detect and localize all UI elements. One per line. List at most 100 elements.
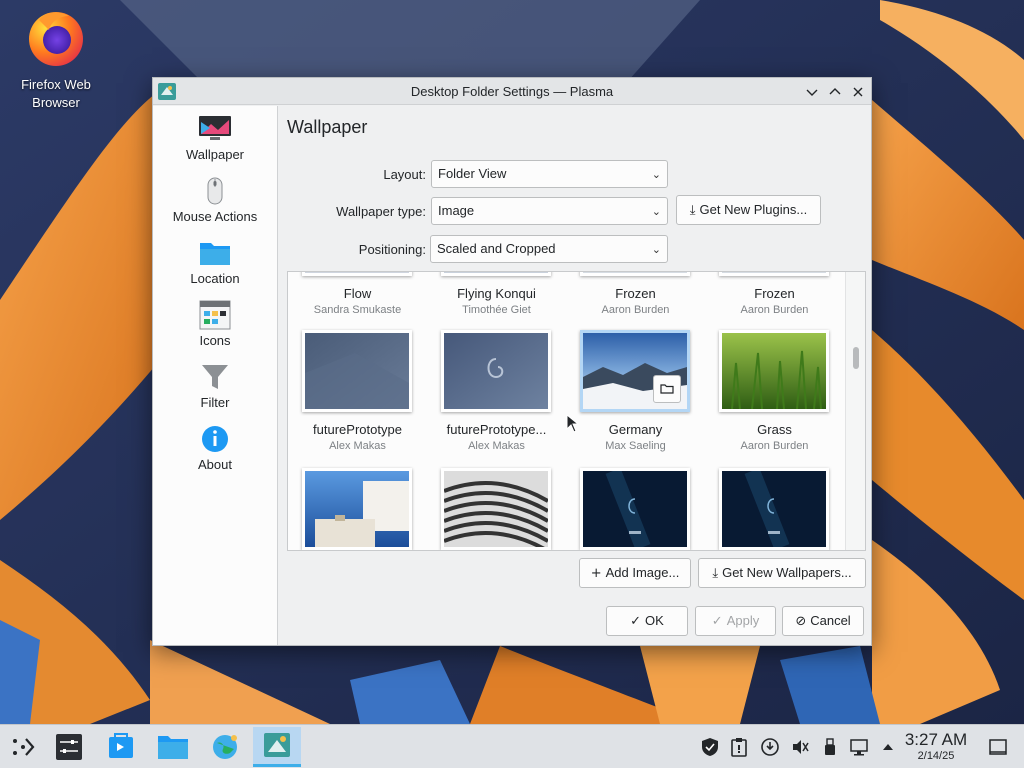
wallpaper-author: Aaron Burden — [740, 304, 809, 316]
tray-expand-icon[interactable] — [878, 737, 898, 757]
wallpaper-name: Flow — [343, 286, 372, 301]
plus-icon: + — [590, 566, 602, 581]
open-folder-button[interactable] — [653, 375, 681, 403]
folder-icon — [660, 384, 674, 394]
scrollbar-thumb[interactable] — [853, 347, 859, 369]
wallpaper-page: Wallpaper Layout: Folder View ⌄ Wallpape… — [279, 106, 871, 645]
clock-date[interactable]: 2/14/25 — [900, 750, 972, 762]
minimize-button[interactable] — [802, 82, 822, 102]
wallpaper-type-label: Wallpaper type: — [336, 204, 426, 219]
icons-icon — [198, 300, 232, 330]
chevron-down-icon — [806, 89, 818, 96]
cancel-icon: ⊘ — [795, 614, 807, 629]
sidebar-item-mouse-actions[interactable]: Mouse Actions — [153, 172, 277, 232]
wallpaper-author: Alex Makas — [468, 440, 525, 452]
get-new-plugins-button[interactable]: ⤓ Get New Plugins... — [676, 195, 821, 225]
wallpaper-grid[interactable]: Flow Sandra Smukaste Flying Konqui Timot… — [287, 271, 866, 551]
wallpaper-name: futurePrototype... — [446, 422, 547, 437]
add-image-label: Add Image... — [605, 565, 680, 580]
settings-sliders-icon — [56, 734, 82, 760]
application-launcher-button[interactable] — [2, 727, 44, 767]
chevron-down-icon: ⌄ — [651, 206, 661, 218]
wallpaper-thumbnail — [441, 468, 551, 550]
sidebar-label: Filter — [200, 395, 230, 410]
sidebar-item-filter[interactable]: Filter — [153, 358, 277, 418]
sidebar-item-about[interactable]: About — [153, 420, 277, 480]
layout-combobox[interactable]: Folder View ⌄ — [431, 160, 668, 188]
sidebar-item-location[interactable]: Location — [153, 234, 277, 294]
wallpaper-type-combobox[interactable]: Image ⌄ — [431, 197, 668, 225]
desktop-folder-settings-dialog: Desktop Folder Settings — Plasma Wallpap… — [152, 77, 872, 646]
wallpaper-name: Frozen — [615, 286, 656, 301]
taskbar: 3:27 AM 2/14/25 — [0, 724, 1024, 768]
get-new-wallpapers-label: Get New Wallpapers... — [722, 565, 852, 580]
title-bar[interactable]: Desktop Folder Settings — Plasma — [153, 78, 871, 105]
clock-time[interactable]: 3:27 AM — [900, 730, 972, 750]
add-image-button[interactable]: + Add Image... — [579, 558, 691, 588]
ok-button[interactable]: ✓ OK — [606, 606, 688, 636]
updates-icon[interactable] — [760, 737, 780, 757]
get-new-plugins-label: Get New Plugins... — [699, 202, 808, 217]
wallpaper-name: Germany — [608, 422, 663, 437]
sidebar-item-icons[interactable]: Icons — [153, 296, 277, 356]
firefox-icon — [25, 6, 87, 68]
firefox-desktop-icon[interactable]: Firefox Web Browser — [8, 6, 104, 112]
mouse-icon — [198, 176, 232, 206]
positioning-value: Scaled and Cropped — [437, 241, 556, 256]
wallpaper-thumbnail — [441, 330, 551, 412]
show-desktop-icon[interactable] — [988, 737, 1008, 757]
sidebar-label: Wallpaper — [185, 147, 245, 162]
grid-scrollbar[interactable] — [845, 272, 865, 550]
usb-device-icon[interactable] — [820, 737, 840, 757]
wallpaper-type-value: Image — [438, 203, 475, 218]
task-browser[interactable] — [204, 727, 246, 767]
wallpaper-thumbnail — [719, 272, 829, 276]
wallpaper-thumbnail — [302, 272, 412, 276]
wallpaper-thumbnail — [441, 272, 551, 276]
wallpaper-thumbnail — [719, 330, 829, 412]
window-title: Desktop Folder Settings — Plasma — [410, 84, 614, 99]
volume-muted-icon[interactable] — [790, 737, 810, 757]
wallpaper-thumbnail — [580, 272, 690, 276]
filter-icon — [198, 362, 232, 392]
settings-sidebar: Wallpaper Mouse Actions Location Icons F… — [153, 106, 278, 645]
task-discover[interactable] — [100, 727, 142, 767]
mouse-cursor-icon — [566, 414, 580, 433]
sidebar-label: Mouse Actions — [172, 209, 258, 224]
sidebar-label: Location — [190, 271, 240, 286]
chevron-down-icon: ⌄ — [651, 244, 661, 256]
layout-value: Folder View — [438, 166, 507, 181]
apply-label: Apply — [726, 613, 760, 628]
task-dolphin[interactable] — [152, 727, 194, 767]
wallpaper-thumbnail — [719, 468, 829, 550]
wallpaper-author: Timothée Giet — [462, 304, 531, 316]
launcher-icon — [13, 738, 35, 756]
wallpaper-name: Frozen — [754, 286, 795, 301]
cancel-button[interactable]: ⊘ Cancel — [782, 606, 864, 636]
wallpaper-author: Sandra Smukaste — [313, 304, 402, 316]
apply-button[interactable]: ✓ Apply — [695, 606, 776, 636]
firefox-icon-label: Firefox Web Browser — [21, 77, 91, 110]
close-icon — [853, 87, 863, 97]
wallpaper-author: Alex Makas — [329, 440, 386, 452]
sidebar-item-wallpaper[interactable]: Wallpaper — [153, 110, 277, 170]
task-desktop-folder-settings[interactable] — [253, 727, 301, 767]
task-system-settings[interactable] — [48, 727, 90, 767]
check-icon: ✓ — [711, 614, 723, 629]
chevron-up-icon — [829, 88, 841, 95]
folder-icon — [158, 736, 188, 759]
chevron-down-icon: ⌄ — [651, 169, 661, 181]
globe-icon — [213, 735, 237, 759]
close-button[interactable] — [848, 82, 868, 102]
monitor-icon — [198, 114, 232, 144]
get-new-wallpapers-button[interactable]: ⤓ Get New Wallpapers... — [698, 558, 866, 588]
wallpaper-author: Aaron Burden — [740, 440, 809, 452]
clipboard-icon[interactable] — [729, 737, 749, 757]
maximize-button[interactable] — [825, 82, 845, 102]
positioning-combobox[interactable]: Scaled and Cropped ⌄ — [430, 235, 668, 263]
cancel-label: Cancel — [810, 613, 851, 628]
network-icon[interactable] — [849, 737, 869, 757]
positioning-label: Positioning: — [358, 242, 426, 257]
shield-icon[interactable] — [700, 737, 720, 757]
wallpaper-thumbnail — [302, 330, 412, 412]
